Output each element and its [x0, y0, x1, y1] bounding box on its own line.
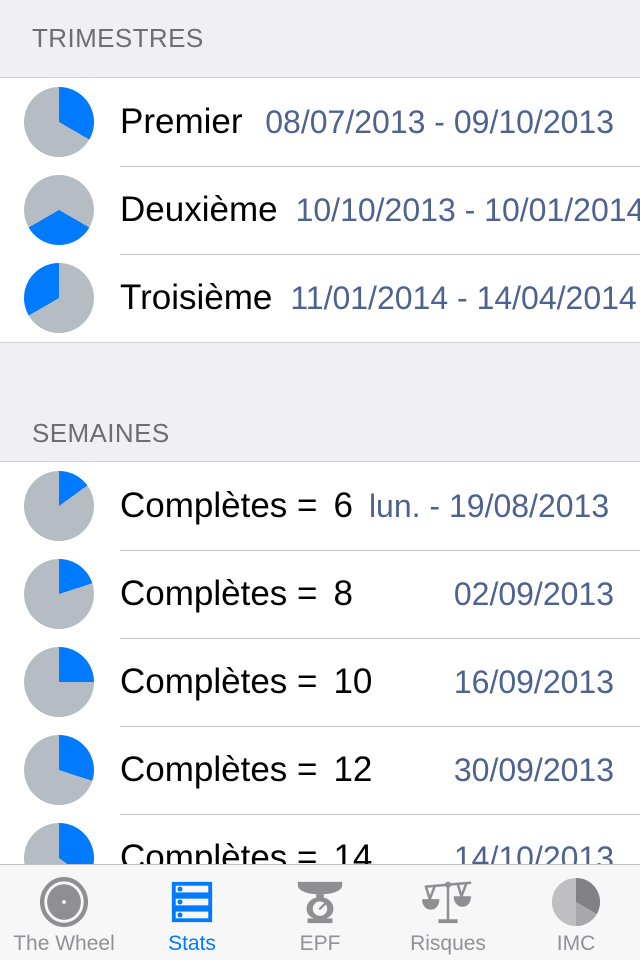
pie-chart-icon [24, 87, 94, 157]
balance-scales-icon [418, 875, 478, 929]
row-content: Premier 08/07/2013 - 09/10/2013 [94, 102, 640, 142]
pie-chart-icon [24, 559, 94, 629]
row-value: 8 [333, 574, 353, 613]
row-label: Complètes = [120, 838, 318, 864]
row-content: Complètes = 12 30/09/2013 [94, 750, 640, 790]
row-content: Deuxième 10/10/2013 - 10/01/2014 [94, 190, 640, 230]
row-date: 11/01/2014 - 14/04/2014 [290, 280, 637, 316]
row-date: 30/09/2013 [453, 752, 614, 788]
row-content: Complètes = 10 16/09/2013 [94, 662, 640, 702]
table-row[interactable]: Premier 08/07/2013 - 09/10/2013 [0, 78, 640, 166]
row-label: Complètes = [120, 662, 318, 701]
tab-label: EPF [299, 932, 341, 955]
pie-chart-icon [24, 647, 94, 717]
row-content: Complètes = 8 02/09/2013 [94, 574, 640, 614]
row-date: lun. - 19/08/2013 [368, 488, 610, 524]
pie-chart-icon [546, 875, 606, 929]
row-label: Premier [120, 102, 243, 141]
tab-imc[interactable]: IMC [512, 865, 640, 960]
row-label: Complètes = [120, 574, 318, 613]
tab-the-wheel[interactable]: The Wheel [0, 865, 128, 960]
tab-bar: The Wheel Stats EPF Risques IMC [0, 864, 640, 960]
pie-chart-icon [24, 175, 94, 245]
row-label: Troisième [120, 278, 273, 317]
tab-label: Risques [410, 932, 486, 955]
app-root: TRIMESTRES Premier 08/07/2013 - 09/10/20… [0, 0, 640, 960]
table-row[interactable]: Complètes = 12 30/09/2013 [0, 726, 640, 814]
row-content: Complètes = 14 14/10/2013 [94, 838, 640, 864]
weighing-scale-icon [290, 875, 350, 929]
row-value: 14 [333, 838, 373, 864]
stats-list[interactable]: TRIMESTRES Premier 08/07/2013 - 09/10/20… [0, 0, 640, 864]
tab-epf[interactable]: EPF [256, 865, 384, 960]
tab-label: The Wheel [13, 932, 115, 955]
row-date: 16/09/2013 [453, 664, 614, 700]
table-row[interactable]: Complètes = 6 lun. - 19/08/2013 [0, 462, 640, 550]
row-label: Complètes = [120, 750, 318, 789]
row-label: Complètes = [120, 486, 318, 525]
pie-chart-icon [24, 823, 94, 864]
row-date: 14/10/2013 [453, 840, 614, 864]
section-header-trimestres: TRIMESTRES [0, 0, 640, 78]
row-date: 10/10/2013 - 10/01/2014 [295, 192, 640, 228]
row-date: 08/07/2013 - 09/10/2013 [265, 104, 614, 140]
row-value: 6 [333, 486, 353, 525]
tab-label: Stats [168, 932, 216, 955]
table-row[interactable]: Troisième 11/01/2014 - 14/04/2014 [0, 254, 640, 342]
row-value: 12 [333, 750, 373, 789]
row-label: Deuxième [120, 190, 278, 229]
pie-chart-icon [24, 735, 94, 805]
pie-chart-icon [24, 263, 94, 333]
row-content: Troisième 11/01/2014 - 14/04/2014 [94, 278, 640, 318]
table-row[interactable]: Complètes = 8 02/09/2013 [0, 550, 640, 638]
table-row[interactable]: Complètes = 10 16/09/2013 [0, 638, 640, 726]
wheel-icon [34, 875, 94, 929]
row-date: 02/09/2013 [453, 576, 614, 612]
list-rows-icon [162, 875, 222, 929]
section-header-semaines: SEMAINES [0, 342, 640, 462]
tab-label: IMC [556, 932, 596, 955]
row-content: Complètes = 6 lun. - 19/08/2013 [94, 486, 640, 526]
tab-risques[interactable]: Risques [384, 865, 512, 960]
row-value: 10 [333, 662, 373, 701]
pie-chart-icon [24, 471, 94, 541]
tab-stats[interactable]: Stats [128, 865, 256, 960]
table-row[interactable]: Deuxième 10/10/2013 - 10/01/2014 [0, 166, 640, 254]
table-row[interactable]: Complètes = 14 14/10/2013 [0, 814, 640, 864]
